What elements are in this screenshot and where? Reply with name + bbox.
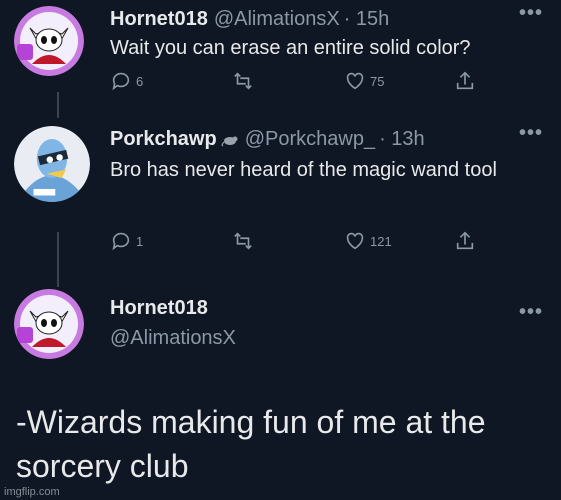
retweet-icon bbox=[234, 72, 252, 90]
like-button[interactable]: 75 bbox=[344, 70, 384, 92]
reply-icon bbox=[112, 232, 130, 251]
retweet-icon bbox=[234, 232, 252, 250]
like-button[interactable]: 121 bbox=[344, 230, 392, 252]
display-name[interactable]: Hornet018 bbox=[110, 297, 208, 319]
more-options-icon[interactable]: ••• bbox=[519, 301, 543, 324]
reply-count: 6 bbox=[136, 73, 144, 89]
more-options-icon[interactable]: ••• bbox=[519, 2, 543, 25]
avatar[interactable] bbox=[14, 126, 90, 202]
timestamp[interactable]: · 15h bbox=[344, 8, 390, 30]
watermark: imgflip.com bbox=[4, 486, 60, 498]
tweet-actions: 6 75 bbox=[110, 70, 490, 94]
thread-connector bbox=[57, 232, 59, 287]
display-name[interactable]: Porkchawp bbox=[110, 128, 217, 150]
avatar[interactable] bbox=[14, 289, 84, 359]
timestamp[interactable]: · 13h bbox=[379, 128, 425, 150]
tweet-header: Porkchawp @Porkchawp_ · 13h bbox=[110, 128, 425, 151]
handle-row: @AlimationsX bbox=[110, 327, 236, 350]
tweet-header: Hornet018 bbox=[110, 297, 208, 320]
avatar[interactable] bbox=[14, 6, 84, 76]
display-name[interactable]: Hornet018 bbox=[110, 8, 208, 30]
share-button[interactable] bbox=[454, 230, 476, 252]
retweet-button[interactable] bbox=[232, 230, 254, 252]
reply-button[interactable]: 6 bbox=[110, 70, 143, 92]
rat-emoji-icon bbox=[221, 136, 238, 147]
reply-icon bbox=[112, 72, 130, 91]
user-handle[interactable]: @AlimationsX bbox=[214, 8, 340, 30]
user-handle[interactable]: @AlimationsX bbox=[110, 327, 236, 349]
user-handle[interactable]: @Porkchawp_ bbox=[245, 128, 375, 150]
share-icon bbox=[456, 71, 474, 90]
share-icon bbox=[456, 231, 474, 250]
tweet-text: Bro has never heard of the magic wand to… bbox=[110, 159, 497, 181]
like-count: 75 bbox=[370, 73, 385, 89]
retweet-button[interactable] bbox=[232, 70, 254, 92]
tweet-actions: 1 121 bbox=[110, 230, 490, 254]
main-tweet-text: -Wizards making fun of me at the sorcery… bbox=[16, 404, 486, 484]
reply-count: 1 bbox=[136, 233, 144, 249]
reply-button[interactable]: 1 bbox=[110, 230, 143, 252]
heart-icon bbox=[346, 232, 364, 250]
more-options-icon[interactable]: ••• bbox=[519, 122, 543, 145]
tweet-header: Hornet018 @AlimationsX · 15h bbox=[110, 8, 389, 31]
share-button[interactable] bbox=[454, 70, 476, 92]
thread-connector bbox=[57, 92, 59, 118]
tweet-text: Wait you can erase an entire solid color… bbox=[110, 37, 471, 59]
heart-icon bbox=[346, 72, 364, 90]
like-count: 121 bbox=[370, 233, 392, 249]
